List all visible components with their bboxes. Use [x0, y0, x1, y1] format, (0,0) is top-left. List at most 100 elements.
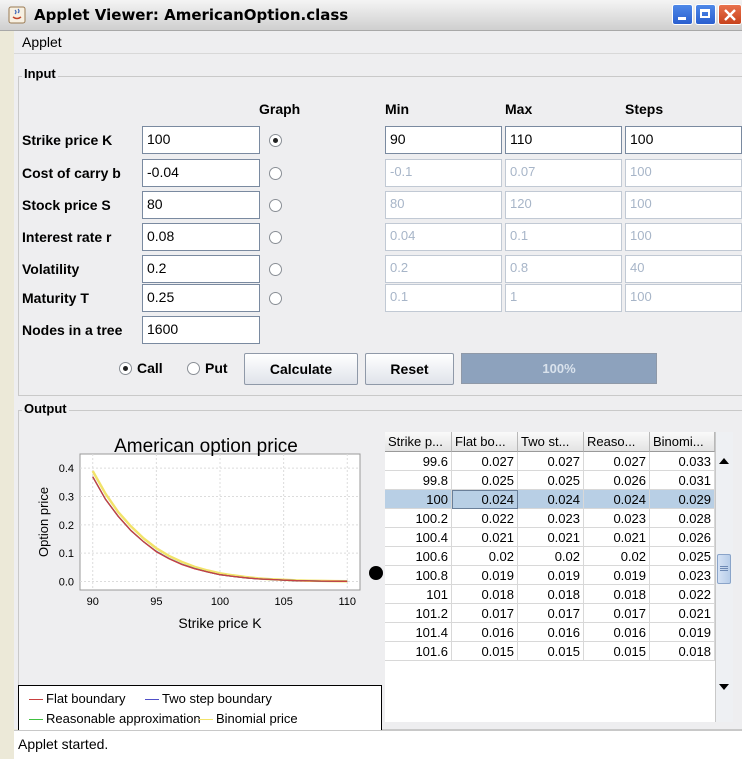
table-cell[interactable]: 0.019 — [650, 623, 715, 642]
table-column-header[interactable]: Two st... — [518, 432, 584, 452]
table-cell[interactable]: 0.019 — [584, 566, 650, 585]
param-value-field[interactable]: 0.08 — [142, 223, 260, 251]
table-cell[interactable]: 0.022 — [650, 585, 715, 604]
minimize-button[interactable] — [672, 4, 693, 25]
results-table[interactable]: Strike p... Flat bo... Two st... Reaso... Bi… — [385, 432, 733, 722]
table-cell[interactable]: 0.024 — [584, 490, 650, 509]
table-cell[interactable]: 0.031 — [650, 471, 715, 490]
max-field[interactable]: 120 — [505, 191, 622, 219]
reset-button[interactable]: Reset — [365, 353, 454, 385]
table-cell[interactable]: 101.6 — [385, 642, 452, 661]
table-cell[interactable]: 0.027 — [518, 452, 584, 471]
table-cell[interactable]: 0.021 — [584, 528, 650, 547]
table-cell[interactable]: 0.024 — [518, 490, 584, 509]
table-cell[interactable]: 100.8 — [385, 566, 452, 585]
table-cell[interactable]: 0.023 — [650, 566, 715, 585]
table-cell[interactable]: 0.028 — [650, 509, 715, 528]
calculate-button[interactable]: Calculate — [244, 353, 358, 385]
table-cell[interactable]: 0.029 — [650, 490, 715, 509]
table-cell[interactable]: 101 — [385, 585, 452, 604]
table-cell[interactable]: 101.4 — [385, 623, 452, 642]
table-cell[interactable]: 0.016 — [584, 623, 650, 642]
param-value-field[interactable]: 0.25 — [142, 284, 260, 312]
table-cell[interactable]: 0.018 — [518, 585, 584, 604]
param-value-field[interactable]: 100 — [142, 126, 260, 154]
table-cell[interactable]: 0.024 — [452, 490, 518, 509]
table-cell[interactable]: 0.021 — [650, 604, 715, 623]
graph-radio[interactable] — [269, 263, 282, 276]
table-cell[interactable]: 0.025 — [452, 471, 518, 490]
table-column-header[interactable]: Binomi... — [650, 432, 715, 452]
steps-field[interactable]: 100 — [625, 284, 742, 312]
steps-field[interactable]: 100 — [625, 126, 742, 154]
table-cell[interactable]: 0.017 — [452, 604, 518, 623]
table-cell[interactable]: 0.022 — [452, 509, 518, 528]
table-cell[interactable]: 100.6 — [385, 547, 452, 566]
table-cell[interactable]: 0.021 — [452, 528, 518, 547]
call-radio[interactable] — [119, 362, 132, 375]
graph-radio[interactable] — [269, 231, 282, 244]
table-column-header[interactable]: Flat bo... — [452, 432, 518, 452]
table-cell[interactable]: 0.023 — [518, 509, 584, 528]
table-cell[interactable]: 0.021 — [518, 528, 584, 547]
table-cell[interactable]: 0.015 — [518, 642, 584, 661]
steps-field[interactable]: 40 — [625, 255, 742, 283]
table-cell[interactable]: 0.019 — [518, 566, 584, 585]
min-field[interactable]: 0.04 — [385, 223, 502, 251]
table-cell[interactable]: 0.02 — [584, 547, 650, 566]
max-field[interactable]: 1 — [505, 284, 622, 312]
table-column-header[interactable]: Reaso... — [584, 432, 650, 452]
scroll-up-button[interactable] — [716, 452, 733, 469]
min-field[interactable]: 80 — [385, 191, 502, 219]
table-cell[interactable]: 0.023 — [584, 509, 650, 528]
max-field[interactable]: 0.1 — [505, 223, 622, 251]
close-button[interactable] — [718, 4, 742, 25]
maximize-button[interactable] — [695, 4, 716, 25]
scroll-thumb[interactable] — [717, 554, 731, 584]
scroll-down-button[interactable] — [716, 679, 733, 696]
table-scrollbar[interactable] — [715, 432, 733, 722]
table-cell[interactable]: 101.2 — [385, 604, 452, 623]
chart-resize-handle[interactable] — [369, 566, 383, 580]
graph-radio[interactable] — [269, 199, 282, 212]
table-cell[interactable]: 0.027 — [452, 452, 518, 471]
table-cell[interactable]: 0.017 — [518, 604, 584, 623]
table-cell[interactable]: 0.02 — [518, 547, 584, 566]
param-value-field[interactable]: 0.2 — [142, 255, 260, 283]
window-titlebar[interactable]: Applet Viewer: AmericanOption.class — [0, 0, 742, 31]
max-field[interactable]: 0.07 — [505, 159, 622, 187]
param-value-field[interactable]: 80 — [142, 191, 260, 219]
table-cell[interactable]: 0.02 — [452, 547, 518, 566]
table-cell[interactable]: 0.018 — [452, 585, 518, 604]
table-cell[interactable]: 100.4 — [385, 528, 452, 547]
put-radio[interactable] — [187, 362, 200, 375]
table-cell[interactable]: 0.025 — [518, 471, 584, 490]
table-cell[interactable]: 100 — [385, 490, 452, 509]
table-cell[interactable]: 0.027 — [584, 452, 650, 471]
table-cell[interactable]: 0.025 — [650, 547, 715, 566]
steps-field[interactable]: 100 — [625, 159, 742, 187]
nodes-field[interactable]: 1600 — [142, 316, 260, 344]
table-cell[interactable]: 0.026 — [584, 471, 650, 490]
table-cell[interactable]: 99.8 — [385, 471, 452, 490]
table-cell[interactable]: 100.2 — [385, 509, 452, 528]
max-field[interactable]: 0.8 — [505, 255, 622, 283]
table-cell[interactable]: 0.016 — [518, 623, 584, 642]
graph-radio[interactable] — [269, 167, 282, 180]
table-cell[interactable]: 0.026 — [650, 528, 715, 547]
table-cell[interactable]: 0.016 — [452, 623, 518, 642]
max-field[interactable]: 110 — [505, 126, 622, 154]
graph-radio[interactable] — [269, 134, 282, 147]
menu-applet[interactable]: Applet — [22, 34, 62, 50]
table-column-header[interactable]: Strike p... — [385, 432, 452, 452]
min-field[interactable]: 0.1 — [385, 284, 502, 312]
steps-field[interactable]: 100 — [625, 223, 742, 251]
min-field[interactable]: 0.2 — [385, 255, 502, 283]
steps-field[interactable]: 100 — [625, 191, 742, 219]
table-cell[interactable]: 99.6 — [385, 452, 452, 471]
param-value-field[interactable]: -0.04 — [142, 159, 260, 187]
table-cell[interactable]: 0.018 — [650, 642, 715, 661]
table-cell[interactable]: 0.015 — [584, 642, 650, 661]
table-cell[interactable]: 0.019 — [452, 566, 518, 585]
table-cell[interactable]: 0.017 — [584, 604, 650, 623]
